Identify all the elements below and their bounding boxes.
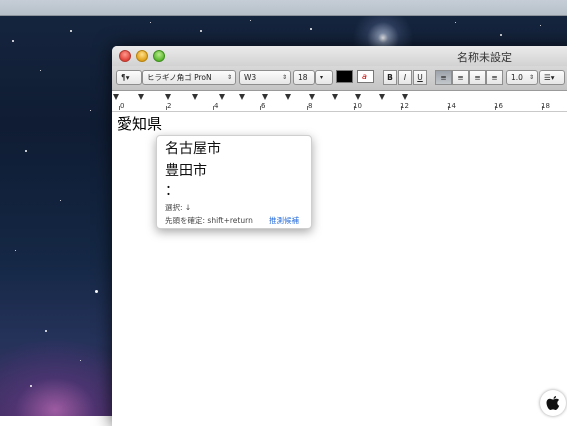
list-bullets-popup[interactable]: ☰▾ [539, 70, 565, 85]
confirm-hint: 先頭を確定: shift+return [165, 216, 253, 225]
align-center-icon[interactable]: ≡ [452, 70, 469, 85]
updown-icon: ⇕ [281, 74, 287, 81]
predict-candidates-link[interactable]: 推測候補 [269, 215, 299, 226]
star [540, 25, 541, 26]
highlight-a-icon: a [362, 72, 367, 81]
ruler-label: 14 [447, 102, 456, 110]
star [150, 22, 151, 23]
tab-stop[interactable] [165, 94, 171, 100]
ruler-label: 6 [261, 102, 266, 110]
bold-button[interactable]: B [383, 70, 397, 85]
star [25, 150, 27, 152]
tab-stop[interactable] [309, 94, 315, 100]
align-left-icon[interactable]: ≡ [435, 70, 452, 85]
minimize-button[interactable] [136, 50, 148, 62]
ruler-label: 12 [400, 102, 409, 110]
ruler-label: 4 [214, 102, 219, 110]
tab-stop[interactable] [355, 94, 361, 100]
star [12, 40, 14, 42]
star [95, 290, 98, 293]
font-weight-value: W3 [244, 73, 257, 82]
star [200, 30, 202, 32]
star [90, 110, 91, 111]
candidate-item[interactable]: 豊田市 [165, 160, 207, 180]
select-hint: 選択: ↓ [165, 203, 192, 212]
title-bar[interactable]: 名称未設定 [112, 46, 567, 66]
apple-logo-badge [540, 390, 566, 416]
star [30, 385, 32, 387]
close-button[interactable] [119, 50, 131, 62]
font-family-value: ヒラギノ角ゴ ProN [147, 73, 212, 82]
star [500, 34, 502, 36]
font-family-popup[interactable]: ヒラギノ角ゴ ProN ⇕ [142, 70, 236, 85]
tab-stop[interactable] [332, 94, 338, 100]
star [70, 30, 72, 32]
tab-stop[interactable] [402, 94, 408, 100]
underline-button[interactable]: U [413, 70, 427, 85]
star [310, 28, 312, 30]
menu-bar [0, 0, 567, 16]
font-weight-popup[interactable]: W3 ⇕ [239, 70, 291, 85]
candidate-item[interactable]: ： [165, 180, 179, 200]
star [45, 330, 47, 332]
window-title: 名称未設定 [457, 51, 512, 64]
tab-stop[interactable] [239, 94, 245, 100]
left-margin-marker[interactable] [113, 94, 119, 100]
star [60, 200, 61, 201]
line-spacing-value: 1.0 [511, 73, 523, 82]
star [80, 360, 81, 361]
ruler-label: 10 [353, 102, 362, 110]
tab-stop[interactable] [219, 94, 225, 100]
tab-stop[interactable] [285, 94, 291, 100]
paragraph-style-popup[interactable]: ¶▾ [116, 70, 142, 85]
tab-stop[interactable] [138, 94, 144, 100]
italic-button[interactable]: I [398, 70, 412, 85]
align-justify-icon[interactable]: ≡ [486, 70, 503, 85]
updown-icon: ⇕ [226, 74, 232, 81]
font-size-dropdown[interactable]: ▾ [315, 70, 333, 85]
textedit-window: 名称未設定 ¶▾ ヒラギノ角ゴ ProN ⇕ W3 ⇕ 18 ▾ a B I U ≡… [112, 46, 567, 426]
tab-stop[interactable] [262, 94, 268, 100]
ruler[interactable]: 0 2 4 6 8 10 12 14 16 18 [112, 91, 567, 112]
document-text[interactable]: 愛知県 [117, 113, 162, 134]
star [250, 20, 251, 21]
line-spacing-popup[interactable]: 1.0 ⇕ [506, 70, 538, 85]
apple-logo-icon [546, 396, 560, 410]
ruler-label: 16 [494, 102, 503, 110]
text-color-well[interactable] [336, 70, 353, 83]
ruler-label: 8 [308, 102, 313, 110]
text-color-swatch [337, 71, 352, 82]
tab-stop[interactable] [192, 94, 198, 100]
candidate-item[interactable]: 名古屋市 [165, 138, 221, 158]
tab-stop[interactable] [379, 94, 385, 100]
star [455, 22, 456, 23]
ruler-label: 0 [120, 102, 125, 110]
format-toolbar: ¶▾ ヒラギノ角ゴ ProN ⇕ W3 ⇕ 18 ▾ a B I U ≡ ≡ ≡ ≡… [112, 66, 567, 91]
ruler-label: 18 [541, 102, 550, 110]
font-size-field[interactable]: 18 [293, 70, 315, 85]
updown-icon: ⇕ [528, 74, 534, 81]
highlight-color-well[interactable]: a [357, 70, 374, 83]
align-right-icon[interactable]: ≡ [469, 70, 486, 85]
star [40, 70, 41, 71]
ruler-label: 2 [167, 102, 172, 110]
zoom-button[interactable] [153, 50, 165, 62]
ime-candidate-window: 名古屋市 豊田市 ： 選択: ↓ 先頭を確定: shift+return 推測候… [156, 135, 312, 229]
star [15, 250, 16, 251]
